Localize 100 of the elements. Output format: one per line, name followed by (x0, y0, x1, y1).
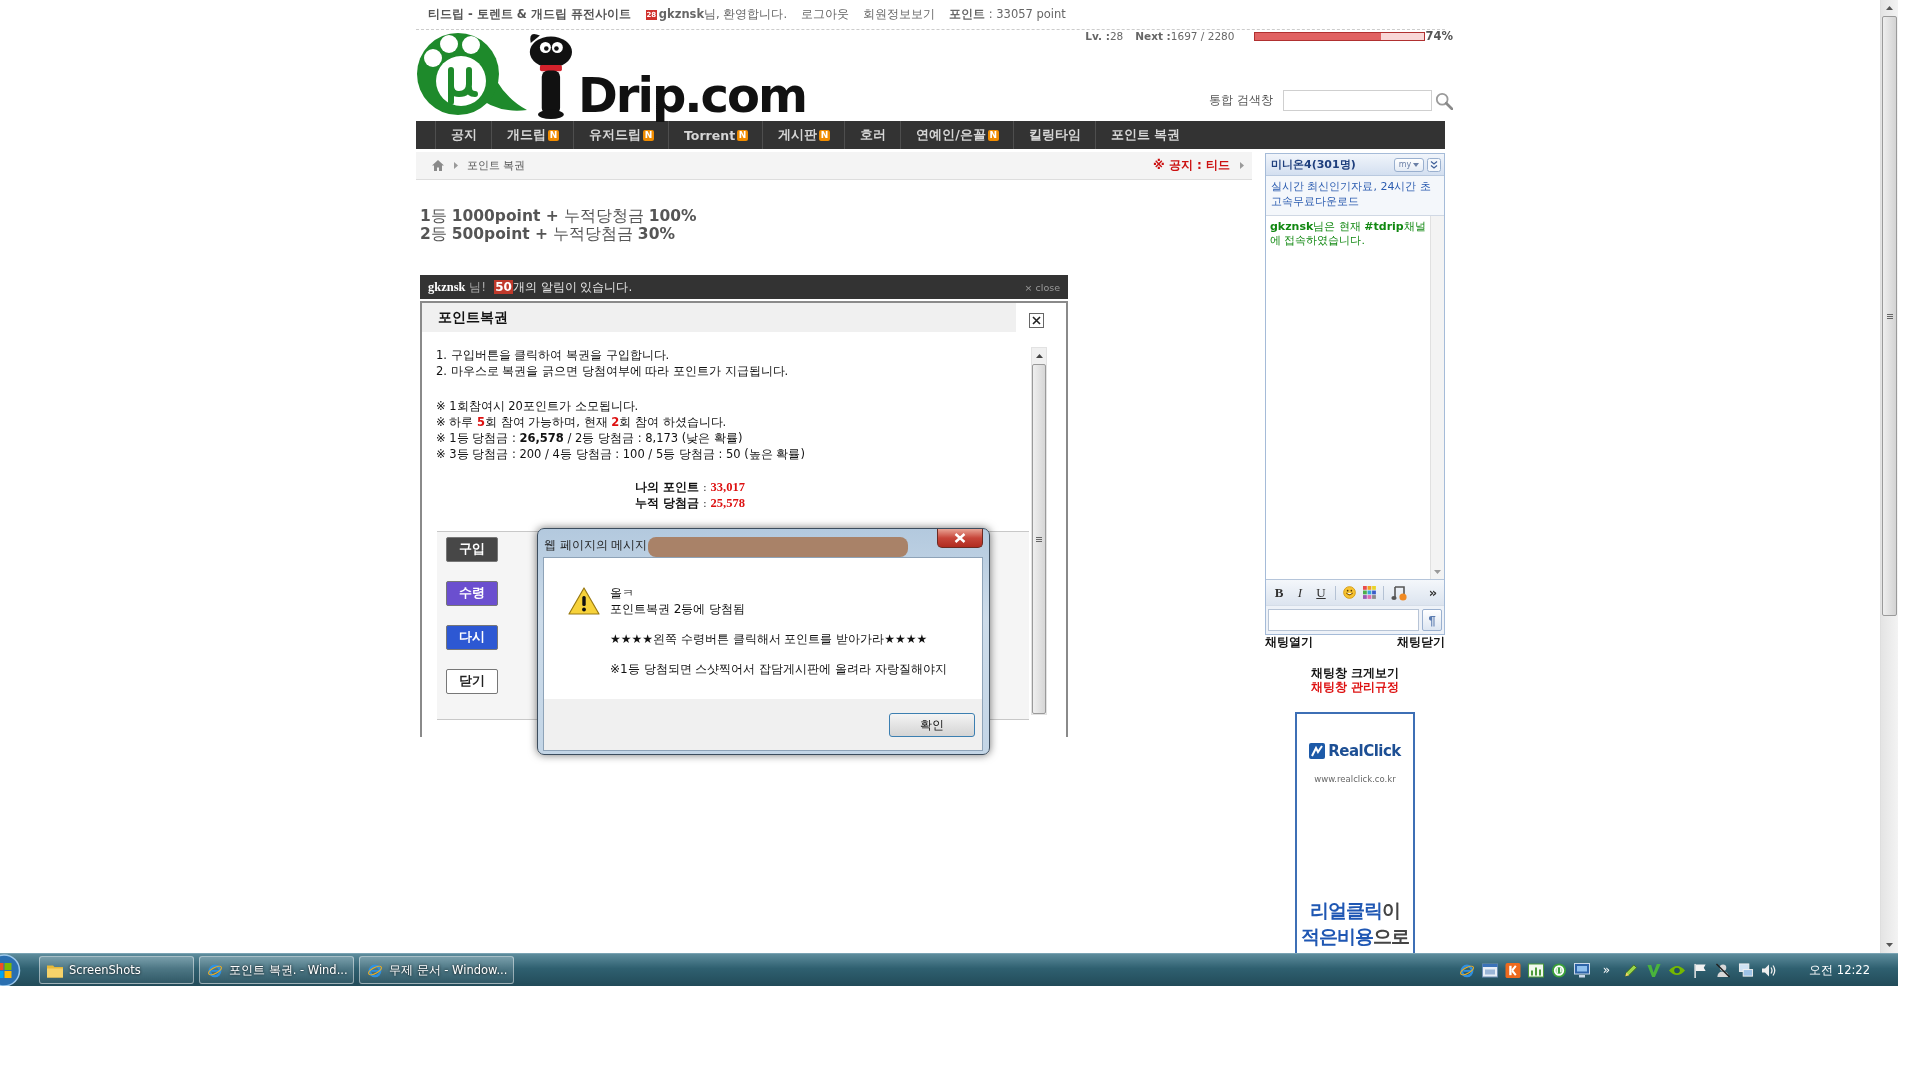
more-button[interactable]: » (1426, 583, 1440, 602)
nav-item[interactable]: 연예인/은꼴 N (900, 121, 1013, 149)
monitor-icon[interactable] (1573, 962, 1590, 978)
panel-scrollbar[interactable] (1031, 347, 1047, 715)
scroll-up-icon[interactable] (1886, 6, 1893, 10)
level-text: Lv. :28 (1085, 30, 1124, 42)
chat-open-link[interactable]: 채팅열기 (1265, 635, 1313, 649)
points-summary-line: 누적 당첨금 : 25,578 (635, 495, 745, 511)
ad-url: www.realclick.co.kr (1314, 774, 1396, 784)
search-icon[interactable] (1435, 91, 1453, 110)
page-scrollbar[interactable] (1880, 0, 1898, 953)
search-label: 통합 검색창 (1209, 92, 1273, 109)
breadcrumb-current[interactable]: 포인트 복권 (467, 158, 526, 173)
nav-item[interactable]: 유저드립 N (573, 121, 668, 149)
prize-line: 1등 1000point + 누적당청금 100% (420, 207, 697, 225)
chat-input-field[interactable] (1268, 609, 1419, 631)
points-summary-line: 나의 포인트 : 33,017 (635, 480, 745, 496)
instruction-line: 1. 구입버튼을 클릭하여 복권을 구입합니다. (436, 348, 670, 364)
level-percent: 74% (1425, 29, 1453, 43)
nav-item[interactable]: 포인트 복권 (1094, 121, 1195, 149)
search-field[interactable] (1283, 90, 1432, 111)
close-icon (954, 533, 966, 543)
notice-link[interactable]: ※ 공지 : 티드 (1153, 157, 1230, 174)
nav-item[interactable]: 호러 (844, 121, 901, 149)
ad-headline: 리얼클릭이 (1310, 898, 1400, 923)
color-grid-icon[interactable] (1363, 586, 1376, 599)
scroll-up-icon[interactable] (1035, 354, 1043, 358)
check-icon[interactable] (1646, 962, 1663, 978)
top-link[interactable]: 회원정보보기 (863, 7, 936, 22)
browser-icon (367, 962, 383, 978)
scroll-thumb[interactable] (1032, 364, 1046, 714)
tile-icon[interactable] (1504, 962, 1521, 978)
logo-icon (1309, 743, 1326, 759)
close-link[interactable]: × close (1024, 281, 1060, 293)
notification-message[interactable]: 개의 알림이 있습니다. (512, 278, 633, 296)
my-button[interactable]: my (1394, 157, 1424, 172)
nav-item[interactable]: 게시판 N (762, 121, 845, 149)
top-link[interactable]: 로그아웃 (801, 7, 850, 22)
nav-item[interactable]: Torrent N (668, 121, 763, 149)
rule-line: ※ 1회참여시 20포인트가 소모됩니다. (436, 398, 639, 414)
chat-message: gkznsk님은 현재 #tdrip채널에 접속하였습니다. (1270, 220, 1426, 248)
greeting-text: gkznsk 님! (428, 278, 487, 296)
prize-line: 2등 500point + 누적당첨금 30% (420, 225, 675, 243)
window-icon[interactable] (1481, 962, 1498, 978)
lottery-button[interactable]: 다시 (446, 625, 498, 650)
next-level-text: Next :1697 / 2280 (1135, 30, 1235, 42)
taskbar-clock[interactable]: 오전 12:22 (1809, 962, 1870, 978)
close-icon[interactable] (1029, 313, 1044, 328)
person-icon[interactable] (1715, 962, 1732, 978)
dialog-message: 포인트복권 2등에 당첨됨 (610, 601, 746, 617)
rule-line: ※ 하루 5회 참여 가능하며, 현재 2회 참여 하셨습니다. (436, 414, 727, 430)
volume-icon[interactable] (1761, 962, 1778, 978)
close-button[interactable] (937, 529, 983, 548)
nav-item[interactable]: 킬링타임 (1012, 121, 1095, 149)
ring-logo-icon[interactable] (1550, 962, 1567, 978)
bold-button[interactable]: B (1272, 583, 1286, 602)
nav-item[interactable]: 공지 (435, 121, 491, 149)
chat-topic: 실시간 최신인기자료, 24시간 초고속무료다운로드 (1266, 176, 1444, 216)
points-text: 포인트 : 33057 point (949, 7, 1066, 22)
smiley-icon[interactable] (1343, 586, 1356, 599)
new-badge: N (643, 129, 654, 141)
nav-item[interactable]: 개드립 N (491, 121, 573, 149)
lottery-button[interactable]: 수령 (446, 581, 498, 606)
ad-brand: RealClick (1328, 742, 1401, 760)
caret-icon (1413, 162, 1420, 167)
chevron-icon[interactable] (1240, 162, 1244, 169)
chart-icon[interactable] (1527, 962, 1544, 978)
logo-mark-icon[interactable] (416, 30, 528, 118)
welcome-text: gkznsk님, 환영합니다. (658, 7, 788, 22)
rule-line: ※ 3등 당첨금 : 200 / 4등 당첨금 : 100 / 5등 당첨금 : 50 (높은 확률) (436, 446, 805, 462)
browser-icon[interactable] (1458, 962, 1475, 978)
notification-count[interactable]: 50 (494, 280, 513, 294)
italic-button[interactable]: I (1293, 583, 1307, 602)
chat-link[interactable]: 채팅창 관리규정 (1310, 680, 1400, 694)
taskbar-window-button[interactable]: 포인트 복권. - Wind... (199, 956, 354, 984)
home-icon[interactable] (432, 160, 444, 171)
panel-title: 포인트복권 (422, 303, 1016, 332)
lottery-button[interactable]: 구입 (446, 537, 498, 562)
pencil-icon[interactable] (1623, 962, 1640, 978)
new-badge: N (737, 129, 749, 141)
browser-icon (207, 962, 223, 978)
taskbar-window-button[interactable]: 무제 문서 - Window... (359, 956, 514, 984)
chat-title: 미니온4(301명) (1271, 157, 1356, 172)
rule-line: ※ 1등 당첨금 : 26,578 / 2등 당첨금 : 8,173 (낮은 확률) (436, 430, 743, 446)
chat-link[interactable]: 채팅창 크게보기 (1310, 666, 1400, 680)
underline-button[interactable]: U (1314, 583, 1328, 602)
taskbar-window-button[interactable]: ScreenShots (39, 956, 194, 984)
scroll-thumb[interactable] (1882, 16, 1897, 616)
ok-button[interactable]: 확인 (889, 713, 975, 737)
music-note-icon[interactable] (1391, 584, 1407, 601)
flag-icon[interactable] (1692, 962, 1709, 978)
scroll-down-icon[interactable] (1886, 943, 1893, 947)
send-button[interactable]: ¶ (1422, 609, 1442, 631)
double-chevron-icon[interactable] (1427, 157, 1441, 172)
chat-close-link[interactable]: 채팅닫기 (1397, 635, 1445, 649)
network-icon[interactable] (1738, 962, 1755, 978)
dialog-title: 웹 페이지의 메시지 (544, 538, 648, 553)
chat-scrollbar[interactable] (1430, 216, 1444, 579)
lottery-button[interactable]: 닫기 (446, 669, 498, 694)
tray-overflow-button[interactable]: » (1602, 963, 1611, 977)
